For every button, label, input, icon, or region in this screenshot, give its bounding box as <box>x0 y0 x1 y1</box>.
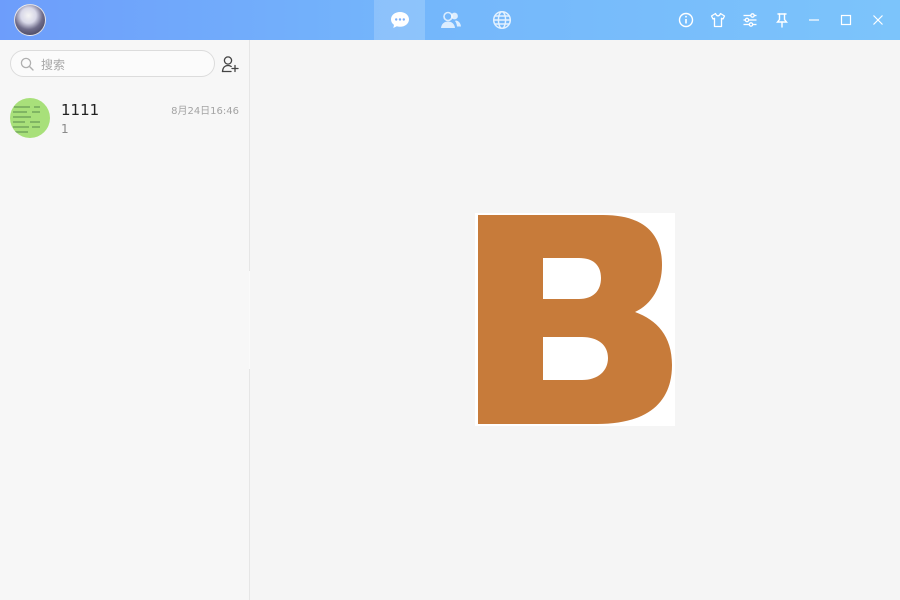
settings-sliders-icon <box>743 13 757 27</box>
maximize-button[interactable] <box>830 0 862 40</box>
info-icon <box>678 12 694 28</box>
window-actions <box>670 0 894 40</box>
pin-icon <box>776 13 788 28</box>
chat-bubble-icon <box>390 12 409 28</box>
close-icon <box>873 15 883 25</box>
minimize-icon <box>809 19 819 21</box>
main-nav-tabs <box>374 0 527 40</box>
user-avatar[interactable] <box>14 4 46 36</box>
conversation-time: 8月24日16:46 <box>171 106 239 117</box>
theme-button[interactable] <box>702 0 734 40</box>
tab-explore[interactable] <box>476 0 527 40</box>
search-input[interactable] <box>39 54 213 76</box>
pin-button[interactable] <box>766 0 798 40</box>
theme-shirt-icon <box>710 12 726 28</box>
center-logo <box>475 213 675 426</box>
info-button[interactable] <box>670 0 702 40</box>
add-user-icon <box>221 56 239 73</box>
conversation-name: 1111 <box>61 101 100 119</box>
letter-b-logo <box>478 215 672 424</box>
contacts-icon <box>440 11 461 28</box>
tab-chat[interactable] <box>374 0 425 40</box>
search-box[interactable] <box>10 50 215 77</box>
globe-icon <box>492 10 511 30</box>
settings-button[interactable] <box>734 0 766 40</box>
add-contact-button[interactable] <box>219 53 241 75</box>
minimize-button[interactable] <box>798 0 830 40</box>
conversation-item[interactable]: 1111 8月24日16:46 1 <box>0 94 249 144</box>
conversation-preview: 1 <box>61 122 69 136</box>
title-bar <box>0 0 900 40</box>
main-content <box>250 40 900 600</box>
conversation-sidebar: 1111 8月24日16:46 1 <box>0 40 250 600</box>
conversation-avatar <box>10 98 50 138</box>
search-icon <box>20 57 34 71</box>
close-button[interactable] <box>862 0 894 40</box>
maximize-icon <box>840 14 852 26</box>
tab-contacts[interactable] <box>425 0 476 40</box>
